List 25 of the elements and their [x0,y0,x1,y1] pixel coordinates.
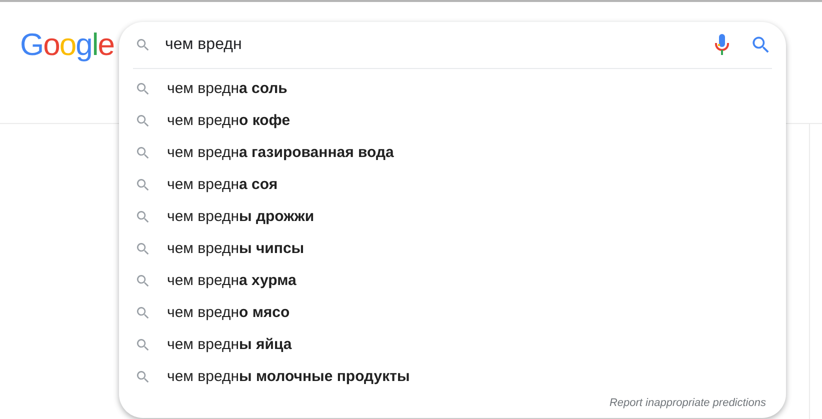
suggestion-item[interactable]: чем вредна соль [167,78,288,100]
search-field[interactable]: чем вредн [165,33,714,57]
search-icon [135,113,151,129]
suggestion-item[interactable]: чем вредно кофе [167,110,290,132]
search-icon [135,177,151,193]
suggestion-item[interactable]: чем вредно мясо [167,302,290,324]
suggestion-item[interactable]: чем вредна хурма [167,270,296,292]
report-link[interactable]: Report inappropriate predictions [609,395,766,412]
search-icon [135,81,151,97]
search-icon [135,209,151,225]
search-icon [135,337,151,353]
suggestion-item[interactable]: чем вредны яйца [167,334,292,356]
search-icon [135,305,151,321]
suggestion-item[interactable]: чем вредны чипсы [167,238,304,260]
search-icon [135,145,151,161]
suggestion-item[interactable]: чем вредна газированная вода [167,142,394,164]
search-icon [135,273,151,289]
search-icon [135,369,151,385]
search-icon [135,241,151,257]
suggestion-item[interactable]: чем вредны молочные продукты [167,366,410,388]
google-logo[interactable]: Google [20,27,112,63]
microphone-icon[interactable] [714,33,730,57]
search-icon [135,37,151,53]
suggestion-item[interactable]: чем вредны дрожжи [167,206,314,228]
suggestion-item[interactable]: чем вредна соя [167,174,278,196]
